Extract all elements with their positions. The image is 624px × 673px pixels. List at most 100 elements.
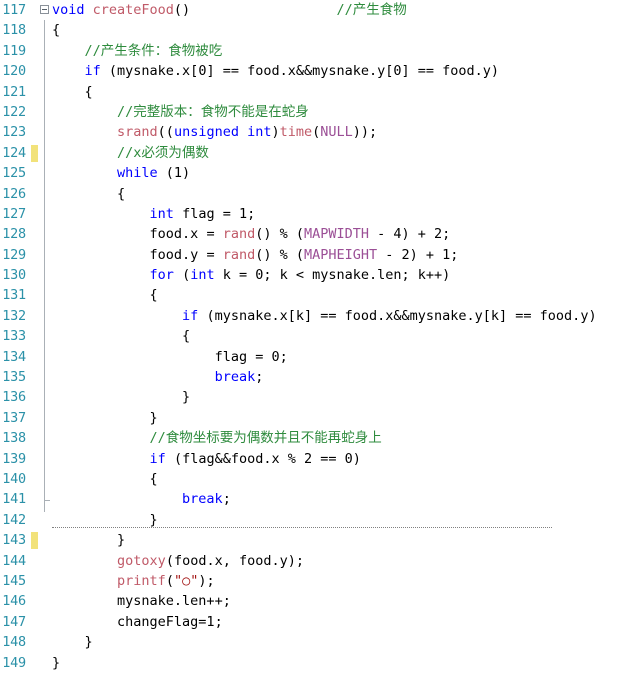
code-line[interactable]: 127 int flag = 1;	[0, 204, 624, 224]
code-line[interactable]: 124 //x必须为偶数	[0, 143, 624, 163]
code-text[interactable]: if (mysnake.x[0] == food.x&&mysnake.y[0]…	[52, 61, 500, 81]
code-text[interactable]: //产生条件：食物被吃	[52, 41, 223, 61]
code-text[interactable]: //食物坐标要为偶数并且不能再蛇身上	[52, 428, 382, 448]
token-pln: }	[149, 511, 158, 528]
line-number: 133	[2, 328, 26, 345]
code-text[interactable]: }	[52, 653, 60, 673]
code-line[interactable]: 143 }	[0, 530, 624, 550]
code-text[interactable]: break;	[52, 489, 231, 509]
code-text[interactable]: {	[52, 82, 93, 102]
code-text[interactable]: {	[52, 20, 60, 40]
code-line[interactable]: 134 flag = 0;	[0, 347, 624, 367]
code-text[interactable]: srand((unsigned int)time(NULL));	[52, 122, 377, 142]
line-number: 140	[2, 470, 26, 487]
code-text[interactable]: int flag = 1;	[52, 204, 256, 224]
line-number: 122	[2, 103, 26, 120]
token-fn: rand	[222, 226, 256, 243]
code-line[interactable]: 137 }	[0, 408, 624, 428]
code-text[interactable]: for (int k = 0; k < mysnake.len; k++)	[52, 265, 451, 285]
code-line[interactable]: 146 mysnake.len++;	[0, 591, 624, 611]
code-text[interactable]: void createFood() //产生食物	[52, 0, 407, 20]
code-line[interactable]: 131 {	[0, 285, 624, 305]
token-kw: unsigned int	[173, 124, 272, 141]
code-line[interactable]: 128 food.x = rand() % (MAPWIDTH - 4) + 2…	[0, 224, 624, 244]
code-text[interactable]: mysnake.len++;	[52, 591, 231, 611]
token-pln: () % (	[255, 226, 304, 243]
code-text[interactable]: if (mysnake.x[k] == food.x&&mysnake.y[k]…	[52, 306, 597, 326]
token-pln: - 2) + 1;	[377, 246, 459, 263]
code-line[interactable]: 132 if (mysnake.x[k] == food.x&&mysnake.…	[0, 306, 624, 326]
token-pln: food.y =	[149, 246, 223, 263]
code-editor[interactable]: 117 void createFood() //产生食物 118{119 //产生条…	[0, 0, 624, 671]
token-cmt: //x必须为偶数	[117, 144, 209, 161]
line-number: 142	[2, 511, 26, 528]
token-pln: food.x =	[149, 226, 223, 243]
code-line[interactable]: 135 break;	[0, 367, 624, 387]
code-text[interactable]: }	[52, 530, 125, 550]
code-line[interactable]: 138 //食物坐标要为偶数并且不能再蛇身上	[0, 428, 624, 448]
code-text[interactable]: break;	[52, 367, 264, 387]
code-line[interactable]: 147 changeFlag=1;	[0, 612, 624, 632]
code-line[interactable]: 126 {	[0, 184, 624, 204]
code-lines[interactable]: 117 void createFood() //产生食物 118{119 //产生条…	[0, 0, 624, 671]
code-text[interactable]: }	[52, 632, 93, 652]
token-pln: {	[84, 83, 93, 100]
code-text[interactable]: {	[52, 285, 158, 305]
line-number: 136	[2, 389, 26, 406]
code-line[interactable]: 121 {	[0, 82, 624, 102]
code-line[interactable]: 141 break;	[0, 489, 624, 509]
token-pln: (flag&&food.x % 2 == 0)	[165, 450, 361, 467]
token-pln: ;	[222, 491, 231, 508]
code-line[interactable]: 117 void createFood() //产生食物	[0, 0, 624, 20]
code-text[interactable]: //x必须为偶数	[52, 143, 209, 163]
code-line[interactable]: 149}	[0, 653, 624, 673]
token-kw: int	[190, 267, 215, 284]
code-line[interactable]: 119 //产生条件：食物被吃	[0, 41, 624, 61]
line-number: 132	[2, 307, 26, 324]
code-text[interactable]: food.y = rand() % (MAPHEIGHT - 2) + 1;	[52, 245, 459, 265]
code-line[interactable]: 120 if (mysnake.x[0] == food.x&&mysnake.…	[0, 61, 624, 81]
code-line[interactable]: 118 {	[0, 20, 624, 40]
code-line[interactable]: 148 }	[0, 632, 624, 652]
code-text[interactable]: {	[52, 469, 158, 489]
code-text[interactable]: food.x = rand() % (MAPWIDTH - 4) + 2;	[52, 224, 451, 244]
line-number: 129	[2, 246, 26, 263]
code-text[interactable]: changeFlag=1;	[52, 612, 223, 632]
code-line[interactable]: 145 printf("○");	[0, 571, 624, 591]
code-line[interactable]: 133 {	[0, 326, 624, 346]
code-text[interactable]: flag = 0;	[52, 347, 288, 367]
line-number: 131	[2, 287, 26, 304]
code-text[interactable]: while (1)	[52, 163, 190, 183]
code-line[interactable]: 130 for (int k = 0; k < mysnake.len; k++…	[0, 265, 624, 285]
code-text[interactable]: //完整版本：食物不能是在蛇身	[52, 102, 309, 122]
code-line[interactable]: 122 //完整版本：食物不能是在蛇身	[0, 102, 624, 122]
code-text[interactable]: if (flag&&food.x % 2 == 0)	[52, 449, 361, 469]
code-line[interactable]: 129 food.y = rand() % (MAPHEIGHT - 2) + …	[0, 245, 624, 265]
code-text[interactable]: printf("○");	[52, 571, 215, 591]
unsaved-change-marker	[31, 144, 38, 162]
line-number: 137	[2, 409, 26, 426]
code-text[interactable]: {	[52, 326, 190, 346]
code-line[interactable]: 139 if (flag&&food.x % 2 == 0)	[0, 449, 624, 469]
code-text[interactable]: {	[52, 184, 125, 204]
code-line[interactable]: 140 {	[0, 469, 624, 489]
code-text[interactable]: }	[52, 387, 190, 407]
token-kw: break	[214, 369, 256, 386]
token-pln: changeFlag=1;	[117, 613, 223, 630]
code-line[interactable]: 136 }	[0, 387, 624, 407]
token-pln: }	[84, 634, 93, 651]
code-text[interactable]: gotoxy(food.x, food.y);	[52, 551, 304, 571]
code-text[interactable]: }	[52, 408, 158, 428]
code-line[interactable]: 125 while (1)	[0, 163, 624, 183]
code-line[interactable]: 123 srand((unsigned int)time(NULL));	[0, 122, 624, 142]
token-pln: {	[52, 22, 61, 39]
code-line[interactable]: 144 gotoxy(food.x, food.y);	[0, 551, 624, 571]
token-pln: (mysnake.x[k] == food.x&&mysnake.y[k] ==…	[198, 307, 597, 324]
